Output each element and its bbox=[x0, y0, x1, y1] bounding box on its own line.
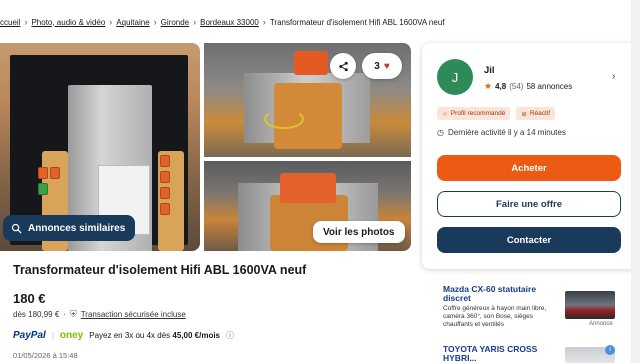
oney-logo: oney bbox=[59, 330, 84, 341]
product-price: 180 € bbox=[13, 291, 46, 306]
installments-text: Payez en 3x ou 4x dès 45,00 €/mois bbox=[89, 331, 220, 340]
share-icon bbox=[338, 61, 348, 71]
similar-listings-button[interactable]: Annonces similaires bbox=[3, 215, 136, 241]
star-outline-icon: ☆ bbox=[442, 110, 448, 118]
last-activity-text: Dernière activité il y a 14 minutes bbox=[447, 128, 566, 137]
ad-image bbox=[565, 291, 615, 319]
see-photos-label: Voir les photos bbox=[323, 226, 395, 238]
ad-title: Mazda CX-60 statutaire discret bbox=[443, 285, 536, 303]
installments-amount: 45,00 €/mois bbox=[172, 331, 221, 340]
photo-terminal bbox=[280, 173, 336, 203]
breadcrumb-category[interactable]: Photo, audio & vidéo bbox=[31, 18, 105, 27]
info-icon[interactable]: i bbox=[605, 345, 615, 355]
chevron-right-icon[interactable]: › bbox=[612, 71, 615, 82]
rating-value: 4,8 bbox=[495, 82, 507, 91]
photo-terminal bbox=[160, 187, 170, 199]
breadcrumb-city[interactable]: Bordeaux 33000 bbox=[200, 18, 259, 27]
breadcrumb-home[interactable]: ccueil bbox=[0, 18, 20, 27]
avatar[interactable]: J bbox=[437, 59, 473, 95]
badge-label: Profil recommandé bbox=[450, 110, 506, 117]
similar-listings-label: Annonces similaires bbox=[28, 222, 126, 234]
seller-card: J Jil ★ 4,8 (54) 58 annonces › ☆ Profil … bbox=[422, 43, 638, 269]
chevron-right-icon: › bbox=[24, 17, 28, 27]
check-icon: ⊘ bbox=[521, 110, 527, 118]
star-icon: ★ bbox=[484, 81, 493, 91]
photo-terminal bbox=[38, 183, 48, 195]
chevron-right-icon: › bbox=[193, 17, 197, 27]
paypal-logo: PayPal bbox=[13, 330, 46, 341]
heart-icon: ♥ bbox=[383, 60, 390, 72]
secure-transaction-link[interactable]: Transaction sécurisée incluse bbox=[81, 310, 186, 319]
chevron-right-icon: › bbox=[153, 17, 157, 27]
badge-recommended: ☆ Profil recommandé bbox=[437, 107, 511, 120]
favorite-button[interactable]: 3 ♥ bbox=[362, 53, 402, 79]
photo-terminal bbox=[294, 51, 328, 75]
photo-wire bbox=[264, 109, 304, 129]
photo-terminal bbox=[160, 155, 170, 167]
ad-description: Coffre généreux à hayon main libre, camé… bbox=[443, 305, 547, 328]
chevron-right-icon: › bbox=[109, 17, 113, 27]
scrollbar[interactable] bbox=[631, 0, 640, 363]
make-offer-button[interactable]: Faire une offre bbox=[437, 191, 621, 217]
last-activity: ◷ Dernière activité il y a 14 minutes bbox=[437, 128, 566, 137]
photo-terminal bbox=[160, 203, 170, 215]
shield-icon: ⛨ bbox=[69, 309, 77, 319]
info-icon[interactable]: ⓘ bbox=[226, 330, 234, 341]
contact-button[interactable]: Contacter bbox=[437, 227, 621, 253]
ad-banner[interactable]: TOYOTA YARIS CROSS HYBRI... i bbox=[437, 343, 617, 363]
separator-bar: | bbox=[51, 331, 54, 340]
buy-button[interactable]: Acheter bbox=[437, 155, 621, 181]
clock-icon: ◷ bbox=[437, 128, 444, 137]
ad-title-line: discret bbox=[443, 292, 471, 303]
badge-label: Réactif bbox=[529, 110, 551, 117]
product-info: Transformateur d'isolement Hifi ABL 1600… bbox=[4, 251, 402, 363]
breadcrumb: ccueil › Photo, audio & vidéo › Aquitain… bbox=[0, 14, 445, 30]
badge-reactive: ⊘ Réactif bbox=[516, 107, 556, 120]
seller-badges: ☆ Profil recommandé ⊘ Réactif bbox=[437, 107, 556, 120]
breadcrumb-department[interactable]: Gironde bbox=[161, 18, 189, 27]
share-button[interactable] bbox=[330, 53, 356, 79]
ad-tag: Annonce bbox=[589, 321, 613, 327]
payment-options: PayPal | oney Payez en 3x ou 4x dès 45,0… bbox=[13, 330, 234, 341]
photo-terminal bbox=[160, 171, 170, 183]
search-stack-icon bbox=[11, 223, 22, 234]
price-from: dès 180,99 € bbox=[13, 310, 60, 319]
ad-banner[interactable]: Mazda CX-60 statutaire discret Coffre gé… bbox=[437, 283, 617, 333]
seller-rating: ★ 4,8 (54) 58 annonces bbox=[484, 81, 572, 92]
price-details: dès 180,99 € · ⛨ Transaction sécurisée i… bbox=[13, 309, 186, 320]
product-title: Transformateur d'isolement Hifi ABL 1600… bbox=[13, 263, 307, 277]
ad-title-line: HYBRI... bbox=[443, 352, 477, 363]
ad-title: TOYOTA YARIS CROSS HYBRI... bbox=[443, 345, 537, 363]
see-photos-button[interactable]: Voir les photos bbox=[313, 221, 405, 243]
breadcrumb-current: Transformateur d'isolement Hifi ABL 1600… bbox=[269, 17, 445, 27]
seller-name[interactable]: Jil bbox=[484, 65, 495, 76]
listings-count: 58 annonces bbox=[526, 82, 573, 91]
chevron-right-icon: › bbox=[262, 17, 266, 27]
photo-terminal bbox=[38, 167, 48, 179]
favorite-count: 3 bbox=[374, 60, 380, 72]
photo-terminal bbox=[50, 167, 60, 179]
breadcrumb-region[interactable]: Aquitaine bbox=[116, 18, 149, 27]
listing-date: 01/05/2026 à 15:48 bbox=[13, 351, 78, 360]
installments-prefix: Payez en 3x ou 4x dès bbox=[89, 331, 171, 340]
separator-dot: · bbox=[63, 310, 66, 319]
rating-count: (54) bbox=[509, 82, 524, 91]
